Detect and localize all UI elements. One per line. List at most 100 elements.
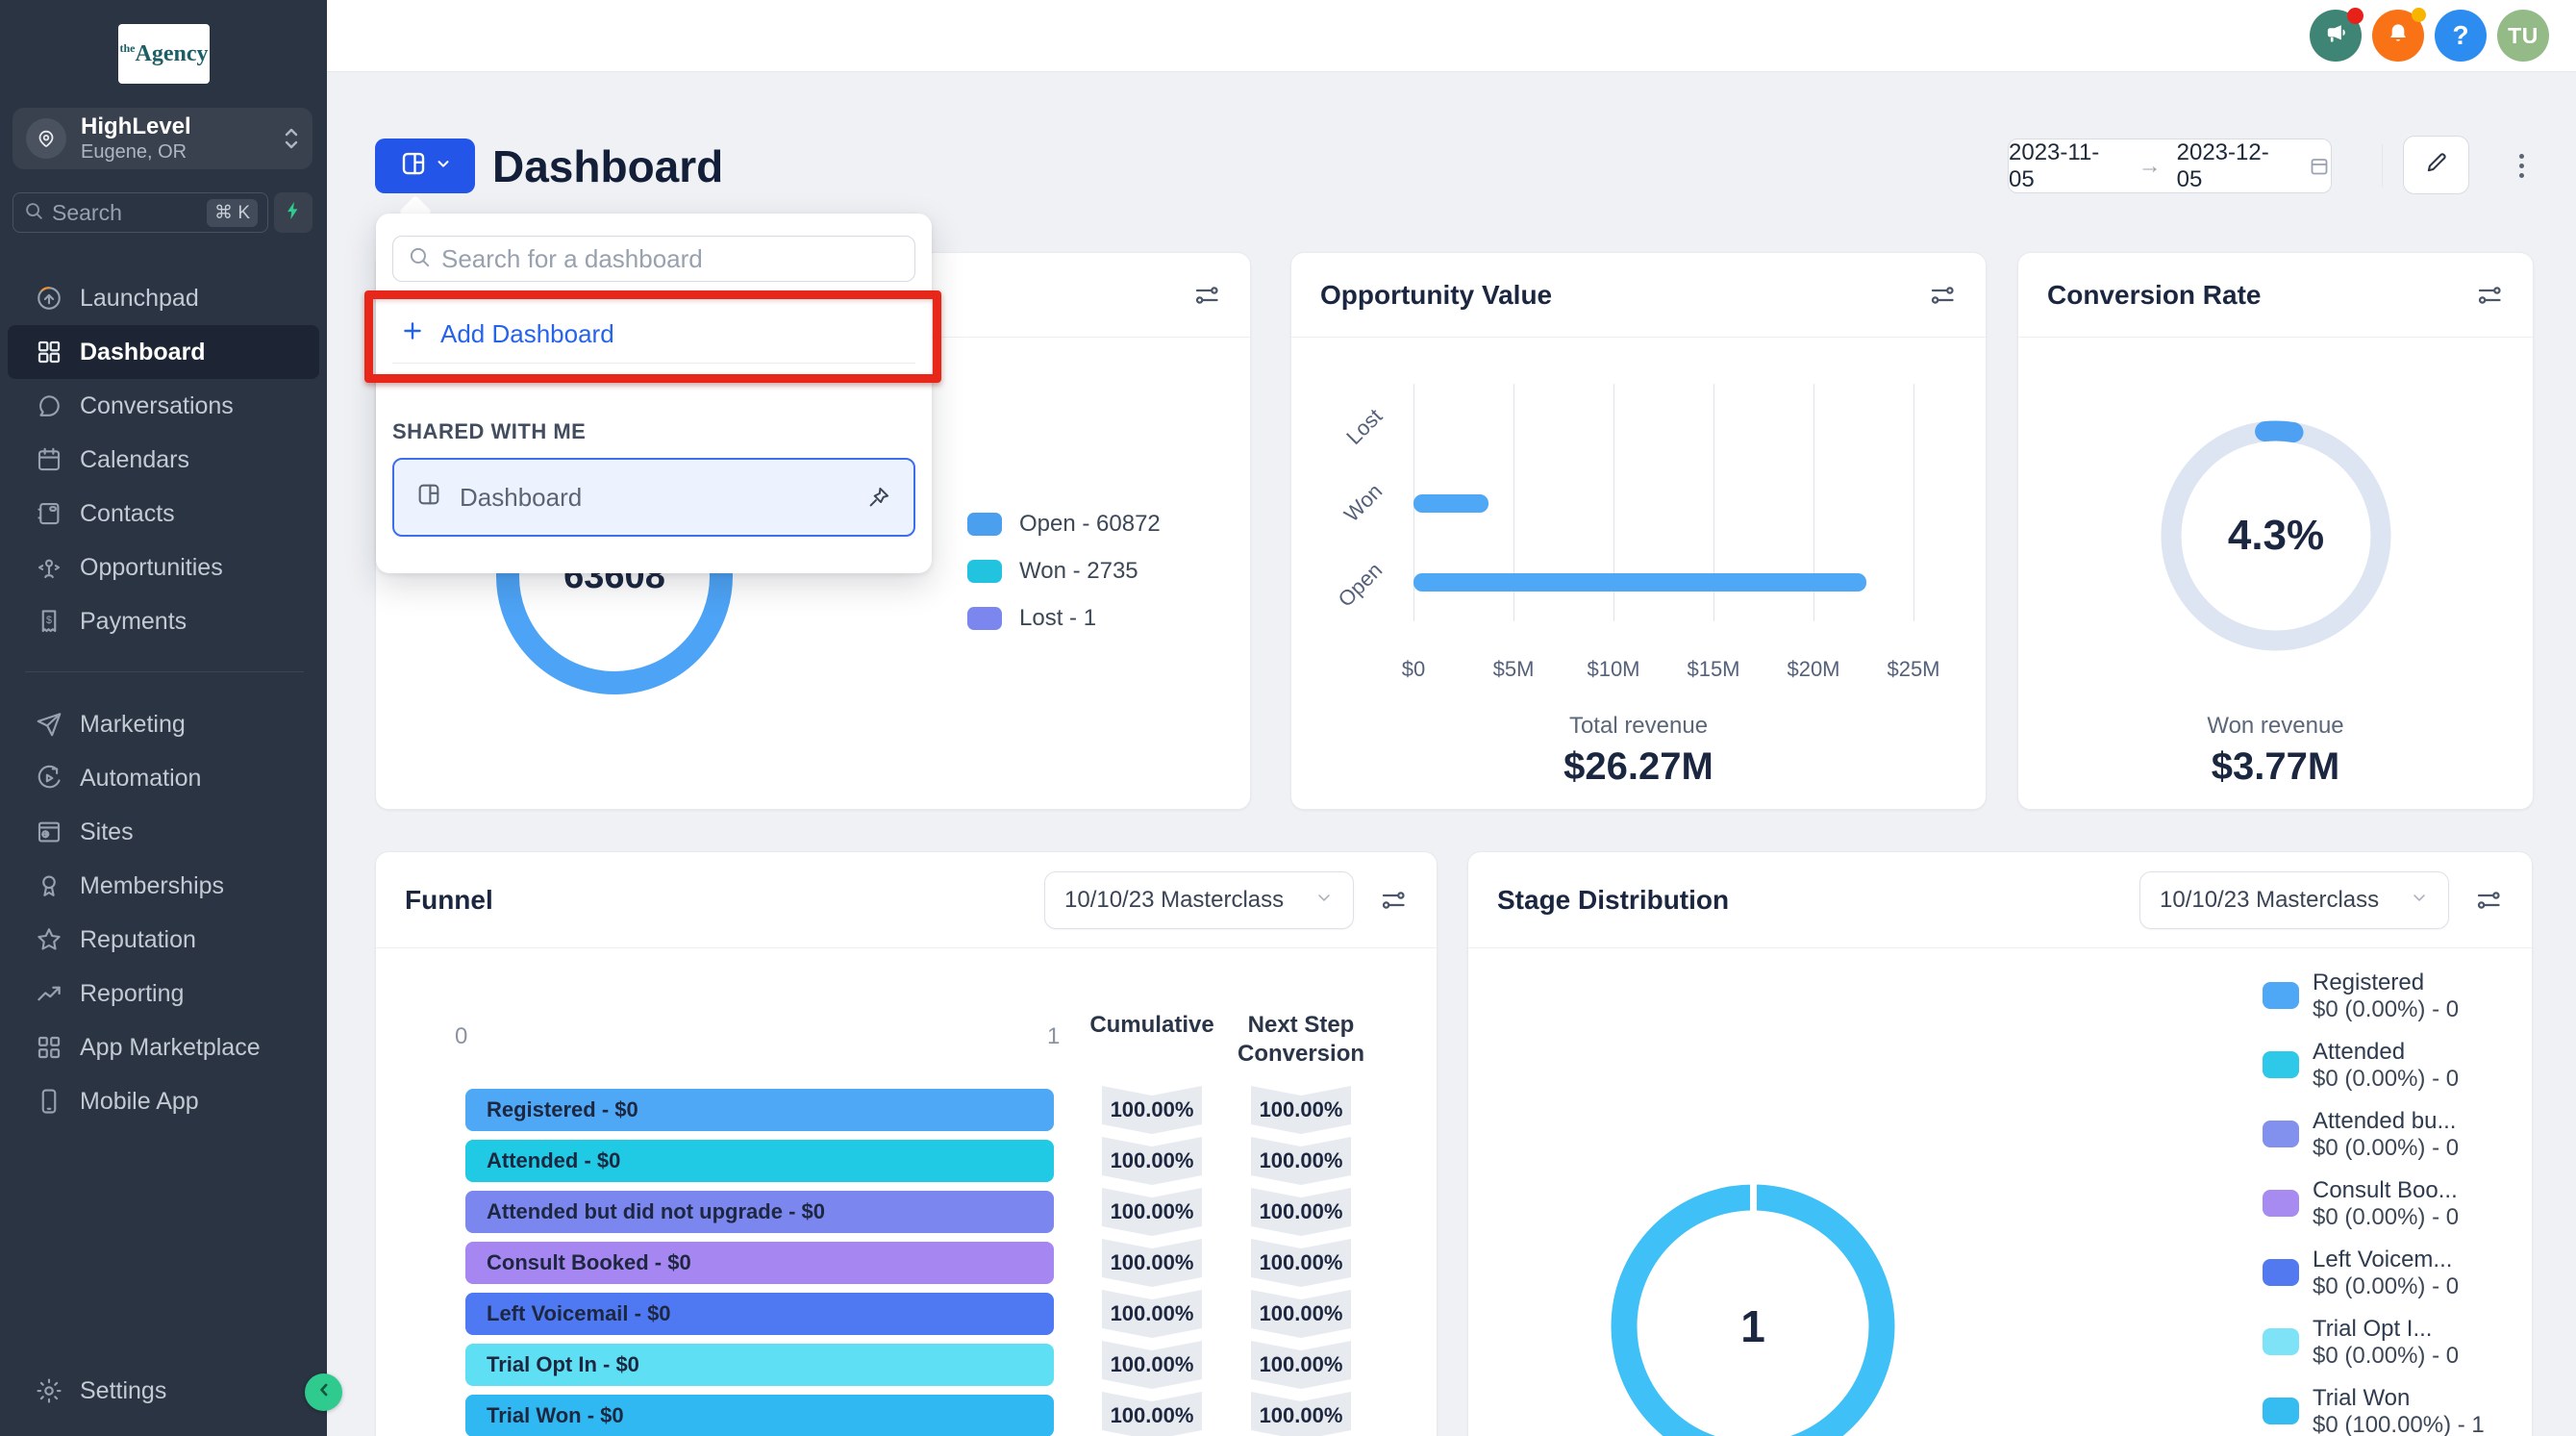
x-tick: $25M xyxy=(1875,657,1952,682)
legend-name: Left Voicem... xyxy=(2313,1247,2459,1273)
location-switcher[interactable]: HighLevel Eugene, OR xyxy=(13,108,313,169)
sidebar-item-contacts[interactable]: Contacts xyxy=(0,487,327,541)
sidebar-item-payments[interactable]: $ Payments xyxy=(0,594,327,648)
card-title: Opportunity Value xyxy=(1320,280,1552,311)
sidebar-item-label: App Marketplace xyxy=(80,1034,261,1062)
chevron-down-icon xyxy=(1314,887,1334,914)
y-axis-label-open: Open xyxy=(1309,558,1388,637)
sidebar-item-launchpad[interactable]: Launchpad xyxy=(0,271,327,325)
legend-value: $0 (100.00%) - 1 xyxy=(2313,1412,2485,1436)
sidebar-search-box[interactable]: ⌘ K xyxy=(13,192,268,233)
logo-name: Agency xyxy=(136,41,209,66)
sidebar-item-mobile-app[interactable]: Mobile App xyxy=(0,1074,327,1128)
sliders-icon[interactable] xyxy=(1928,281,1957,310)
sidebar-item-conversations[interactable]: Conversations xyxy=(0,379,327,433)
date-range-picker[interactable]: 2023-11-05 → 2023-12-05 xyxy=(2008,139,2332,193)
legend-swatch xyxy=(2263,1051,2299,1078)
legend-item: Trial Won$0 (100.00%) - 1 xyxy=(2263,1385,2485,1436)
dropdown-search-box[interactable] xyxy=(392,236,915,282)
funnel-card: Funnel 10/10/23 Masterclass 0 1 Cumulati… xyxy=(375,851,1438,1436)
calendar-icon xyxy=(35,445,63,474)
legend-swatch xyxy=(2263,982,2299,1009)
browser-globe-icon xyxy=(35,818,63,846)
more-options-button[interactable] xyxy=(2502,146,2540,185)
x-tick: $10M xyxy=(1575,657,1652,682)
trend-chart-icon xyxy=(35,979,63,1008)
star-icon xyxy=(35,925,63,954)
funnel-bar: Left Voicemail - $0 xyxy=(465,1293,1054,1335)
chevron-up-down-icon xyxy=(284,128,299,149)
sidebar-item-calendars[interactable]: Calendars xyxy=(0,433,327,487)
funnel-card-header: Funnel 10/10/23 Masterclass xyxy=(376,852,1437,948)
funnel-bar-label: Trial Won - $0 xyxy=(487,1403,624,1428)
topbar: ? TU xyxy=(327,0,2576,72)
sidebar-item-label: Sites xyxy=(80,819,134,846)
shared-dashboard-label: Dashboard xyxy=(460,483,582,513)
pin-icon[interactable] xyxy=(865,484,892,511)
chevron-down-icon xyxy=(2410,887,2429,914)
legend-name: Trial Opt I... xyxy=(2313,1316,2459,1343)
bar-open xyxy=(1413,573,1866,592)
user-avatar[interactable]: TU xyxy=(2497,10,2549,62)
card-title: Stage Distribution xyxy=(1497,885,1729,916)
funnel-bar: Trial Opt In - $0 xyxy=(465,1344,1054,1386)
dropdown-search-input[interactable] xyxy=(441,244,901,274)
sidebar-item-label: Automation xyxy=(80,765,201,793)
funnel-bar: Trial Won - $0 xyxy=(465,1395,1054,1436)
dashboard-icon xyxy=(35,338,63,366)
add-dashboard-button[interactable]: Add Dashboard xyxy=(400,310,614,358)
announcements-button[interactable] xyxy=(2310,10,2362,62)
next-step-cell: 100.00% xyxy=(1251,1239,1351,1287)
shared-dashboard-item[interactable]: Dashboard xyxy=(392,458,915,537)
sidebar-item-automation[interactable]: Automation xyxy=(0,751,327,805)
sidebar-search-input[interactable] xyxy=(52,200,187,226)
stage-card-header: Stage Distribution 10/10/23 Masterclass xyxy=(1468,852,2532,948)
legend-label: Lost - 1 xyxy=(1019,605,1096,632)
next-step-cell: 100.00% xyxy=(1251,1341,1351,1389)
sidebar-item-label: Reporting xyxy=(80,980,184,1008)
sliders-icon[interactable] xyxy=(1192,281,1221,310)
sidebar-item-opportunities[interactable]: Opportunities xyxy=(0,541,327,594)
legend-item: Attended$0 (0.00%) - 0 xyxy=(2263,1039,2485,1093)
gear-icon xyxy=(35,1376,63,1405)
sidebar-item-label: Conversations xyxy=(80,392,234,420)
sidebar-item-memberships[interactable]: Memberships xyxy=(0,859,327,913)
card-title: Funnel xyxy=(405,885,493,916)
legend-item: Left Voicem...$0 (0.00%) - 0 xyxy=(2263,1247,2485,1300)
stage-center-value: 1 xyxy=(1611,1184,1895,1436)
sidebar-item-reporting[interactable]: Reporting xyxy=(0,967,327,1020)
x-tick: $20M xyxy=(1775,657,1852,682)
funnel-stage-row: Attended but did not upgrade - $0 100.00… xyxy=(465,1188,1408,1236)
conversion-rate-card: Conversion Rate 4.3% Won revenue $3.77M xyxy=(2017,252,2534,810)
search-icon xyxy=(407,244,432,274)
y-axis-label-lost: Lost xyxy=(1309,404,1388,483)
sidebar-item-marketing[interactable]: Marketing xyxy=(0,697,327,751)
sidebar-item-dashboard[interactable]: Dashboard xyxy=(8,325,319,379)
sidebar-settings-row: Settings xyxy=(0,1364,327,1418)
funnel-filter-select[interactable]: 10/10/23 Masterclass xyxy=(1044,871,1354,929)
dashboard-switcher-button[interactable] xyxy=(375,139,475,193)
stage-filter-select[interactable]: 10/10/23 Masterclass xyxy=(2139,871,2449,929)
sidebar-collapse-button[interactable] xyxy=(305,1373,342,1411)
funnel-column-cumulative: Cumulative xyxy=(1075,1011,1229,1040)
notifications-button[interactable] xyxy=(2372,10,2424,62)
sliders-icon[interactable] xyxy=(2475,281,2504,310)
sliders-icon[interactable] xyxy=(1379,886,1408,915)
dropdown-divider xyxy=(392,363,915,364)
funnel-bar-label: Registered - $0 xyxy=(487,1097,638,1122)
sidebar-item-settings[interactable]: Settings xyxy=(0,1364,327,1418)
sidebar-item-sites[interactable]: Sites xyxy=(0,805,327,859)
legend-value: $0 (0.00%) - 0 xyxy=(2313,1135,2459,1162)
phone-icon xyxy=(35,1087,63,1116)
legend-name: Attended bu... xyxy=(2313,1108,2459,1135)
quick-actions-button[interactable] xyxy=(274,192,313,233)
help-button[interactable]: ? xyxy=(2435,10,2487,62)
sidebar-item-app-marketplace[interactable]: App Marketplace xyxy=(0,1020,327,1074)
location-name: HighLevel xyxy=(81,113,284,140)
x-tick: $15M xyxy=(1675,657,1752,682)
sidebar-item-reputation[interactable]: Reputation xyxy=(0,913,327,967)
logo-prefix: the xyxy=(120,41,136,55)
edit-dashboard-button[interactable] xyxy=(2403,136,2469,194)
sidebar-search-row: ⌘ K xyxy=(13,192,313,233)
sliders-icon[interactable] xyxy=(2474,886,2503,915)
